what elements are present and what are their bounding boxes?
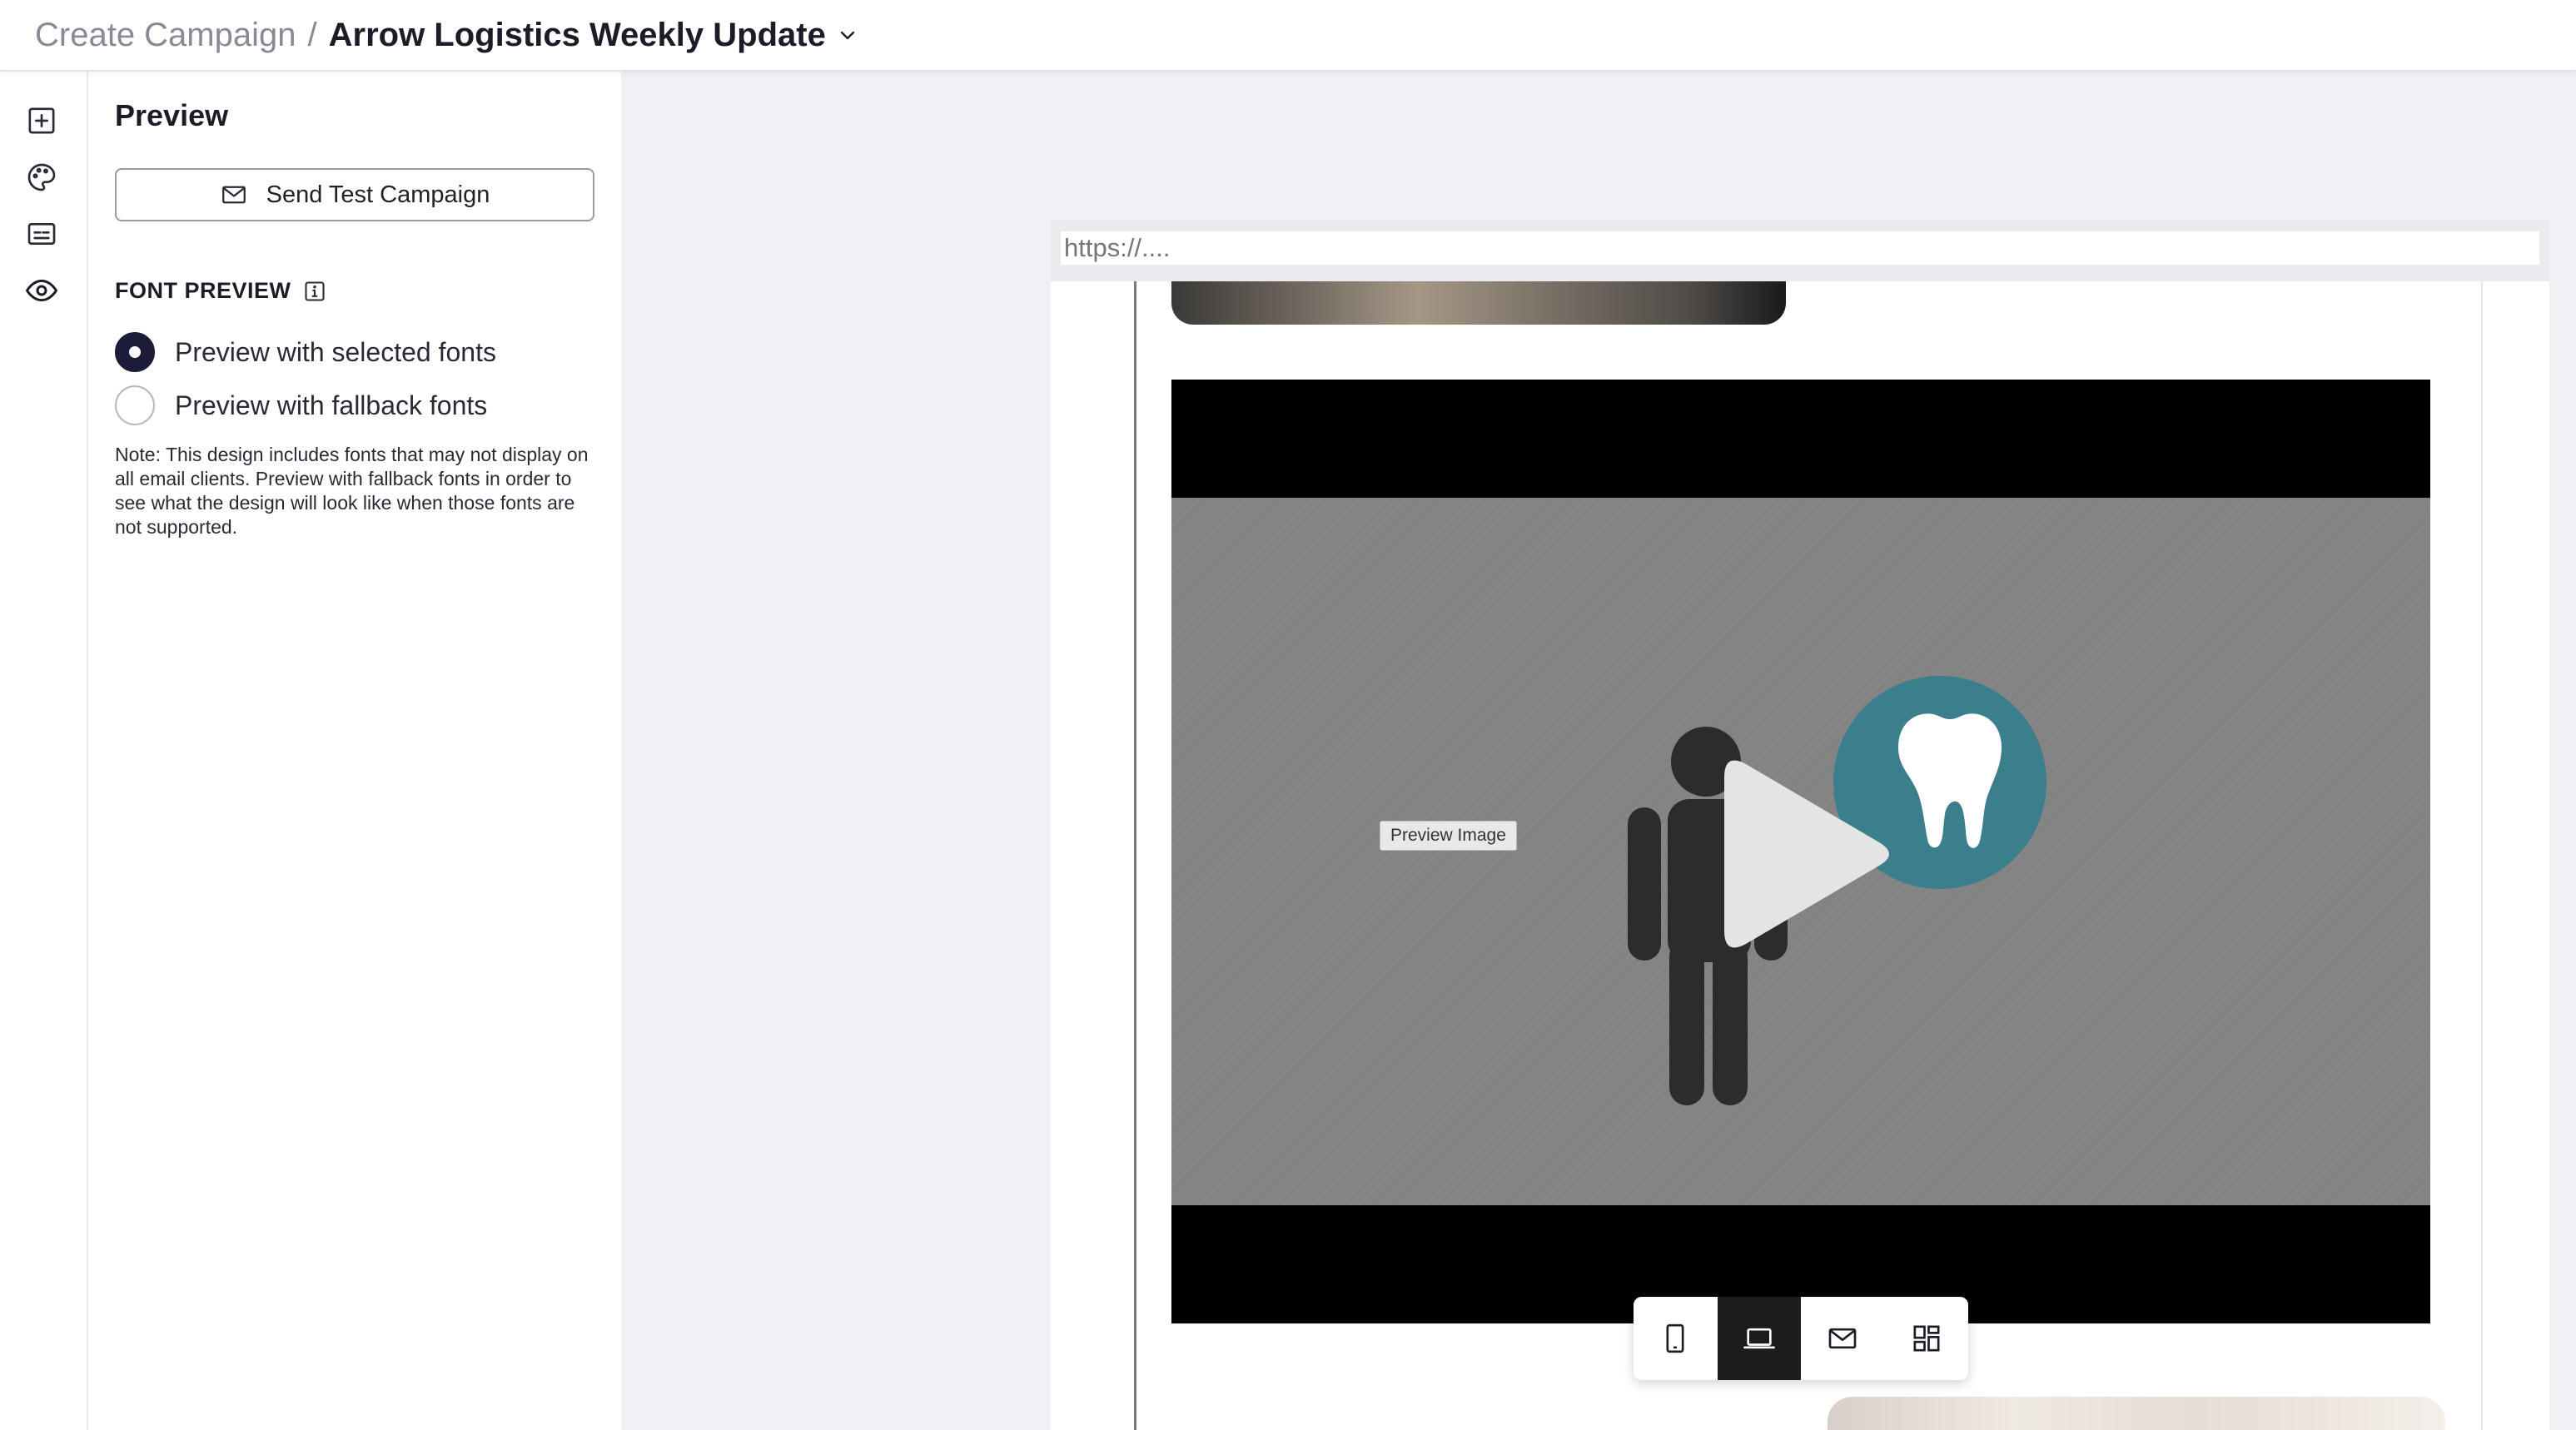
email-body: Preview Image [1134, 281, 2483, 1430]
grid-icon [1913, 1325, 1940, 1352]
device-desktop-button[interactable] [1717, 1297, 1801, 1380]
eye-icon [26, 279, 57, 302]
radio-selected-fonts[interactable]: Preview with selected fonts [115, 331, 496, 373]
radio-fallback-fonts[interactable]: Preview with fallback fonts [115, 385, 487, 426]
video-block[interactable]: Preview Image [1171, 380, 2430, 1323]
preview-panel: Preview Send Test Campaign FONT PREVIEW … [88, 72, 621, 1430]
rail-styles-button[interactable] [22, 158, 61, 196]
send-test-campaign-button[interactable]: Send Test Campaign [115, 168, 594, 221]
device-mobile-button[interactable] [1634, 1297, 1718, 1380]
font-note: Note: This design includes fonts that ma… [115, 444, 589, 538]
email-image-top [1171, 281, 1786, 325]
url-bar [1051, 220, 2549, 281]
breadcrumb-separator: / [307, 16, 317, 53]
breadcrumb-create-campaign[interactable]: Create Campaign [35, 17, 296, 54]
palette-icon [27, 163, 56, 191]
campaign-title[interactable]: Arrow Logistics Weekly Update [329, 17, 826, 54]
rail-content-button[interactable] [22, 215, 61, 253]
font-preview-heading: FONT PREVIEW [115, 278, 326, 304]
preview-image-tag: Preview Image [1380, 821, 1517, 851]
top-bar: Create Campaign / Arrow Logistics Weekly… [0, 0, 2576, 72]
video-thumbnail: Preview Image [1171, 498, 2430, 1205]
caption-icon [27, 223, 56, 245]
url-input[interactable] [1061, 231, 2539, 265]
radio-selected-fonts-control[interactable] [115, 332, 155, 372]
send-test-campaign-label: Send Test Campaign [266, 181, 490, 208]
radio-fallback-fonts-label: Preview with fallback fonts [175, 390, 488, 420]
mobile-icon [1666, 1323, 1684, 1353]
add-square-icon [28, 107, 55, 134]
radio-fallback-fonts-control[interactable] [115, 385, 155, 425]
mail-icon [1828, 1328, 1857, 1349]
person-with-tooth-icon [1171, 498, 2430, 1205]
device-toolbar [1634, 1297, 1968, 1380]
radio-selected-fonts-label: Preview with selected fonts [175, 336, 496, 367]
email-image-bottom [1828, 1397, 2445, 1430]
chevron-down-icon[interactable] [838, 25, 858, 45]
info-icon[interactable] [303, 280, 326, 303]
device-all-button[interactable] [1884, 1297, 1968, 1380]
email-preview-frame: Preview Image [1051, 220, 2549, 1430]
preview-canvas: Preview Image [621, 72, 2576, 1430]
font-preview-label: FONT PREVIEW [115, 278, 291, 303]
tool-rail [0, 72, 88, 1430]
device-inbox-button[interactable] [1801, 1297, 1885, 1380]
panel-title: Preview [115, 98, 229, 132]
laptop-icon [1743, 1328, 1775, 1349]
rail-add-button[interactable] [22, 102, 61, 140]
mail-icon [221, 186, 246, 204]
rail-preview-button[interactable] [22, 271, 61, 310]
